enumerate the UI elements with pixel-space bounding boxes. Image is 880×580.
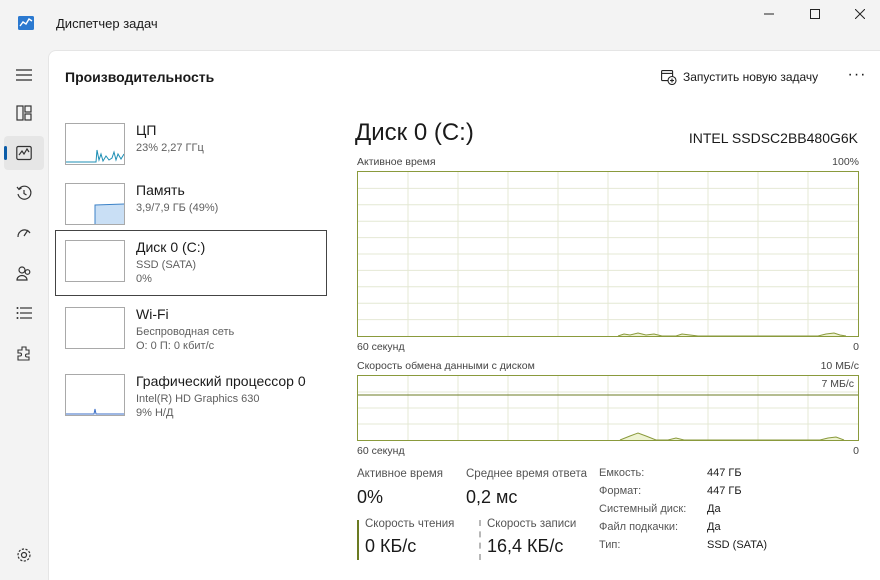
nav-performance[interactable] xyxy=(4,136,44,170)
close-icon xyxy=(855,9,865,19)
cpu-thumbnail-graph xyxy=(65,123,125,165)
startup-icon xyxy=(17,229,31,238)
transfer-rate-graph-time: 60 секунд xyxy=(357,445,405,457)
new-task-icon xyxy=(661,69,677,85)
device-item-wifi[interactable]: Wi-Fi Беспроводная сеть О: 0 П: 0 кбит/с xyxy=(55,297,327,363)
active-time-graph-time: 60 секунд xyxy=(357,341,405,353)
run-new-task-button[interactable]: Запустить новую задачу xyxy=(661,67,818,87)
gear-icon xyxy=(17,548,31,562)
run-new-task-label: Запустить новую задачу xyxy=(683,70,819,84)
write-speed-value: 16,4 КБ/с xyxy=(487,536,564,556)
nav-settings[interactable] xyxy=(4,538,44,572)
hamburger-icon xyxy=(16,69,32,81)
property-value: 447 ГБ xyxy=(707,485,742,497)
device-name: Графический процессор 0 xyxy=(136,373,306,389)
active-time-graph xyxy=(357,171,859,337)
property-row: Емкость: 447 ГБ xyxy=(599,467,819,485)
taskmanager-icon xyxy=(18,16,34,30)
device-sub-1: 3,9/7,9 ГБ (49%) xyxy=(136,202,219,214)
device-sub-2: 0% xyxy=(136,273,152,285)
nav-rail xyxy=(0,50,48,580)
menu-button[interactable] xyxy=(4,58,44,92)
read-speed-stat: Скорость чтения 0 КБ/с xyxy=(357,518,467,564)
details-icon xyxy=(16,307,32,319)
window-title: Диспетчер задач xyxy=(56,16,158,31)
device-name: Wi-Fi xyxy=(136,306,169,322)
maximize-button[interactable] xyxy=(795,4,835,24)
nav-services[interactable] xyxy=(4,336,44,370)
property-value: Да xyxy=(707,503,721,515)
write-speed-stat: Скорость записи 16,4 КБ/с xyxy=(479,518,589,564)
transfer-rate-graph-max: 10 МБ/с xyxy=(820,360,859,372)
property-key: Формат: xyxy=(599,485,642,497)
device-sub-2: О: 0 П: 0 кбит/с xyxy=(136,340,215,352)
property-row: Системный диск: Да xyxy=(599,503,819,521)
gpu-thumbnail-graph xyxy=(65,374,125,416)
read-speed-label: Скорость чтения xyxy=(365,518,455,530)
device-name: ЦП xyxy=(136,122,157,138)
active-time-stat-label: Активное время xyxy=(357,468,444,480)
history-icon xyxy=(16,185,32,200)
transfer-rate-graph-min: 0 xyxy=(853,445,859,457)
disk-model: INTEL SSDSC2BB480G6K xyxy=(688,130,858,146)
close-button[interactable] xyxy=(840,4,880,24)
device-item-gpu-0[interactable]: Графический процессор 0 Intel(R) HD Grap… xyxy=(55,364,327,430)
active-time-stat-value: 0% xyxy=(357,487,384,507)
nav-processes[interactable] xyxy=(4,96,44,130)
response-time-stat-value: 0,2 мс xyxy=(466,487,518,507)
page-title: Производительность xyxy=(65,69,215,85)
property-value: 447 ГБ xyxy=(707,467,742,479)
device-sub-1: Беспроводная сеть xyxy=(136,326,235,338)
minimize-button[interactable] xyxy=(749,4,789,24)
device-name: Память xyxy=(136,182,185,198)
device-name: Диск 0 (C:) xyxy=(136,239,206,255)
title-bar: Диспетчер задач xyxy=(0,0,880,50)
nav-startup[interactable] xyxy=(4,216,44,250)
property-key: Системный диск: xyxy=(599,503,687,515)
services-icon xyxy=(17,346,30,361)
write-speed-label: Скорость записи xyxy=(487,518,577,530)
active-time-graph-max: 100% xyxy=(832,156,859,168)
maximize-icon xyxy=(810,9,820,19)
device-item-disk-0[interactable]: Диск 0 (C:) SSD (SATA) 0% xyxy=(55,230,327,296)
nav-users[interactable] xyxy=(4,256,44,290)
users-icon xyxy=(16,266,31,281)
property-key: Емкость: xyxy=(599,467,645,479)
nav-history[interactable] xyxy=(4,176,44,210)
more-options-button[interactable]: ··· xyxy=(846,65,868,85)
disk-thumbnail-graph xyxy=(65,240,125,282)
property-key: Тип: xyxy=(599,539,621,551)
active-time-graph-label: Активное время xyxy=(357,156,436,168)
transfer-rate-line-label: 7 МБ/с xyxy=(821,378,854,390)
property-value: Да xyxy=(707,521,721,533)
transfer-rate-graph-label: Скорость обмена данными с диском xyxy=(357,360,535,372)
property-key: Файл подкачки: xyxy=(599,521,679,533)
device-sub-2: 9% Н/Д xyxy=(136,407,174,419)
property-row: Тип: SSD (SATA) xyxy=(599,539,819,557)
memory-thumbnail-graph xyxy=(65,183,125,225)
content-panel: Производительность Запустить новую задач… xyxy=(48,50,880,580)
wifi-thumbnail-graph xyxy=(65,307,125,349)
transfer-rate-graph-canvas xyxy=(358,376,858,441)
disk-title: Диск 0 (C:) xyxy=(355,119,474,146)
response-time-stat-label: Среднее время ответа xyxy=(466,468,588,480)
performance-icon xyxy=(16,145,32,161)
nav-details[interactable] xyxy=(4,296,44,330)
device-sub-1: Intel(R) HD Graphics 630 xyxy=(136,393,260,405)
minimize-icon xyxy=(764,13,774,15)
device-sub-1: 23% 2,27 ГГц xyxy=(136,142,204,154)
write-speed-indicator xyxy=(479,520,481,560)
property-row: Формат: 447 ГБ xyxy=(599,485,819,503)
property-row: Файл подкачки: Да xyxy=(599,521,819,539)
active-time-graph-canvas xyxy=(358,172,858,337)
property-value: SSD (SATA) xyxy=(707,539,768,551)
active-time-graph-min: 0 xyxy=(853,341,859,353)
processes-icon xyxy=(16,105,32,121)
more-icon: ··· xyxy=(847,66,867,83)
device-sub-1: SSD (SATA) xyxy=(136,259,197,271)
read-speed-value: 0 КБ/с xyxy=(365,536,417,556)
transfer-rate-graph: 7 МБ/с xyxy=(357,375,859,441)
read-speed-indicator xyxy=(357,520,359,560)
device-item-cpu[interactable]: ЦП 23% 2,27 ГГц xyxy=(55,113,327,179)
